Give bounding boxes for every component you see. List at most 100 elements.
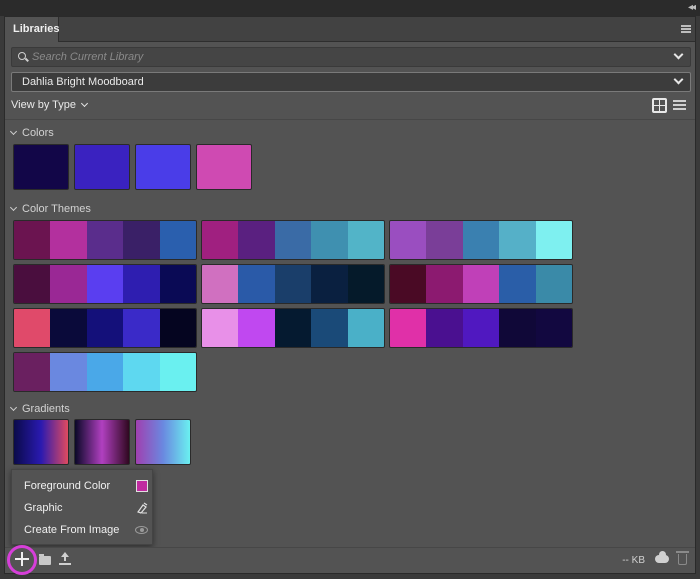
search-scope-chevron-icon[interactable] <box>673 49 684 60</box>
theme-color-chip <box>159 265 196 303</box>
theme-color-chip <box>274 309 312 347</box>
color-theme[interactable] <box>201 220 385 260</box>
theme-color-chip <box>202 221 239 259</box>
theme-color-chip <box>535 265 572 303</box>
theme-color-chip <box>462 221 500 259</box>
search-bar <box>11 47 691 67</box>
color-theme[interactable] <box>389 308 573 348</box>
section-label: Colors <box>22 127 54 139</box>
theme-color-chip <box>86 221 124 259</box>
theme-color-chip <box>499 309 536 347</box>
panel-menu-icon[interactable] <box>681 25 691 33</box>
theme-color-chip <box>159 353 196 391</box>
theme-color-chip <box>50 309 87 347</box>
color-themes-section-header[interactable]: Color Themes <box>9 203 91 215</box>
theme-color-chip <box>347 265 384 303</box>
theme-color-chip <box>311 265 348 303</box>
colors-section-header[interactable]: Colors <box>9 127 54 139</box>
theme-color-chip <box>50 221 87 259</box>
color-theme[interactable] <box>389 220 573 260</box>
libraries-panel: Libraries Dahlia Bright Moodboard View b… <box>4 16 696 575</box>
theme-color-chip <box>123 265 160 303</box>
color-theme[interactable] <box>201 308 385 348</box>
theme-color-chip <box>390 221 427 259</box>
menu-item-label: Graphic <box>24 502 63 514</box>
color-swatch[interactable] <box>135 144 191 190</box>
theme-color-chip <box>14 265 51 303</box>
view-by-dropdown[interactable]: View by Type <box>11 99 89 111</box>
gradient-swatch[interactable] <box>135 419 191 465</box>
panel-tab-bar: Libraries <box>5 17 695 42</box>
cloud-sync-icon[interactable] <box>655 551 669 563</box>
theme-color-chip <box>274 265 312 303</box>
add-content-button[interactable] <box>15 552 29 566</box>
color-theme[interactable] <box>201 264 385 304</box>
collapse-triangle-icon <box>9 203 18 212</box>
chevron-down-icon <box>80 99 89 108</box>
section-label: Color Themes <box>22 203 91 215</box>
theme-color-chip <box>238 221 275 259</box>
theme-color-chip <box>426 309 463 347</box>
gradient-swatch[interactable] <box>74 419 130 465</box>
theme-color-chip <box>123 353 160 391</box>
list-view-icon[interactable] <box>673 100 686 111</box>
search-icon <box>18 52 26 60</box>
library-size-label: -- KB <box>622 555 645 566</box>
theme-color-chip <box>123 309 160 347</box>
view-by-label: View by Type <box>11 99 77 111</box>
add-content-menu: Foreground Color Graphic Create From Ima… <box>11 469 153 545</box>
theme-color-chip <box>426 265 463 303</box>
theme-color-chip <box>426 221 463 259</box>
theme-color-chip <box>14 353 51 391</box>
theme-color-chip <box>202 309 239 347</box>
color-theme[interactable] <box>13 308 197 348</box>
theme-color-chip <box>159 309 196 347</box>
color-swatch[interactable] <box>196 144 252 190</box>
theme-color-chip <box>499 265 536 303</box>
theme-color-chip <box>390 309 427 347</box>
foreground-color-swatch <box>136 480 148 492</box>
gradient-swatch[interactable] <box>13 419 69 465</box>
theme-color-chip <box>311 221 348 259</box>
grid-view-icon[interactable] <box>652 98 667 113</box>
theme-color-chip <box>347 221 384 259</box>
theme-color-chip <box>535 221 572 259</box>
theme-color-chip <box>535 309 572 347</box>
theme-color-chip <box>14 309 51 347</box>
color-theme[interactable] <box>13 220 197 260</box>
search-input[interactable] <box>32 49 652 65</box>
theme-color-chip <box>347 309 384 347</box>
theme-color-chip <box>238 265 275 303</box>
menu-item-graphic[interactable]: Graphic <box>24 499 148 517</box>
color-swatch[interactable] <box>74 144 130 190</box>
theme-color-chip <box>86 353 124 391</box>
upload-icon[interactable] <box>59 552 71 566</box>
collapse-panel-icon[interactable]: ◂◂ <box>688 2 696 13</box>
divider <box>5 119 695 120</box>
collapse-triangle-icon <box>9 403 18 412</box>
section-label: Gradients <box>22 403 70 415</box>
theme-color-chip <box>123 221 160 259</box>
panel-footer: -- KB <box>5 545 695 575</box>
color-theme[interactable] <box>13 264 197 304</box>
color-swatch[interactable] <box>13 144 69 190</box>
color-theme[interactable] <box>389 264 573 304</box>
menu-item-label: Create From Image <box>24 524 120 536</box>
menu-item-label: Foreground Color <box>24 480 111 492</box>
theme-color-chip <box>14 221 51 259</box>
tab-libraries[interactable]: Libraries <box>5 17 59 42</box>
brush-icon <box>137 502 148 514</box>
library-select[interactable]: Dahlia Bright Moodboard <box>11 72 691 92</box>
trash-icon[interactable] <box>676 551 689 565</box>
folder-icon[interactable] <box>39 554 51 565</box>
library-name: Dahlia Bright Moodboard <box>22 76 144 88</box>
color-theme[interactable] <box>13 352 197 392</box>
menu-item-create-from-image[interactable]: Create From Image <box>24 521 148 539</box>
menu-item-foreground-color[interactable]: Foreground Color <box>24 477 148 495</box>
gradients-section-header[interactable]: Gradients <box>9 403 70 415</box>
theme-color-chip <box>462 265 500 303</box>
theme-color-chip <box>390 265 427 303</box>
theme-color-chip <box>202 265 239 303</box>
theme-color-chip <box>86 265 124 303</box>
theme-color-chip <box>311 309 348 347</box>
